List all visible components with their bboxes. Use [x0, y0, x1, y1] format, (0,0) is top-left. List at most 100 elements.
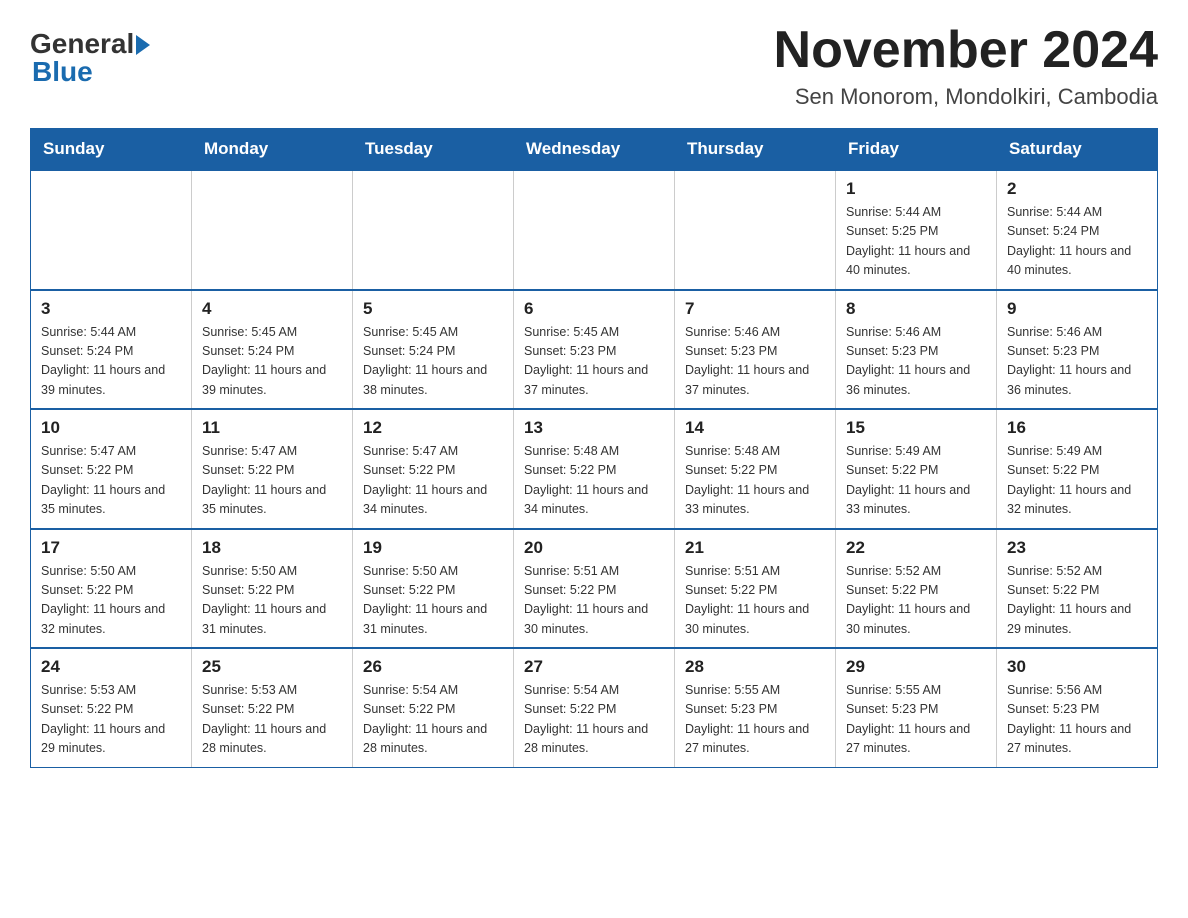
day-info: Sunrise: 5:54 AMSunset: 5:22 PMDaylight:… — [524, 681, 664, 759]
day-info: Sunrise: 5:52 AMSunset: 5:22 PMDaylight:… — [1007, 562, 1147, 640]
column-header-saturday: Saturday — [997, 129, 1158, 171]
day-info: Sunrise: 5:47 AMSunset: 5:22 PMDaylight:… — [41, 442, 181, 520]
calendar-cell: 27 Sunrise: 5:54 AMSunset: 5:22 PMDayligh… — [514, 648, 675, 767]
day-info: Sunrise: 5:49 AMSunset: 5:22 PMDaylight:… — [1007, 442, 1147, 520]
page-header: General Blue November 2024 Sen Monorom, … — [30, 20, 1158, 110]
page-subtitle: Sen Monorom, Mondolkiri, Cambodia — [774, 84, 1158, 110]
day-number: 25 — [202, 657, 342, 677]
calendar-cell: 4 Sunrise: 5:45 AMSunset: 5:24 PMDaylight… — [192, 290, 353, 410]
calendar-cell: 22 Sunrise: 5:52 AMSunset: 5:22 PMDayligh… — [836, 529, 997, 649]
day-number: 24 — [41, 657, 181, 677]
calendar-cell: 10 Sunrise: 5:47 AMSunset: 5:22 PMDayligh… — [31, 409, 192, 529]
column-header-thursday: Thursday — [675, 129, 836, 171]
day-number: 21 — [685, 538, 825, 558]
calendar-cell: 25Sunrise: 5:53 AMSunset: 5:22 PMDayligh… — [192, 648, 353, 767]
day-number: 15 — [846, 418, 986, 438]
day-number: 28 — [685, 657, 825, 677]
calendar-cell: 1 Sunrise: 5:44 AMSunset: 5:25 PMDaylight… — [836, 170, 997, 290]
page-title: November 2024 — [774, 20, 1158, 80]
calendar-cell: 23 Sunrise: 5:52 AMSunset: 5:22 PMDayligh… — [997, 529, 1158, 649]
calendar-cell: 15 Sunrise: 5:49 AMSunset: 5:22 PMDayligh… — [836, 409, 997, 529]
day-info: Sunrise: 5:48 AMSunset: 5:22 PMDaylight:… — [524, 442, 664, 520]
calendar-cell: 3 Sunrise: 5:44 AMSunset: 5:24 PMDaylight… — [31, 290, 192, 410]
calendar-cell — [31, 170, 192, 290]
day-number: 17 — [41, 538, 181, 558]
calendar-cell: 18 Sunrise: 5:50 AMSunset: 5:22 PMDayligh… — [192, 529, 353, 649]
day-info: Sunrise: 5:45 AMSunset: 5:24 PMDaylight:… — [202, 323, 342, 401]
calendar-cell: 29Sunrise: 5:55 AMSunset: 5:23 PMDayligh… — [836, 648, 997, 767]
day-info: Sunrise: 5:46 AMSunset: 5:23 PMDaylight:… — [685, 323, 825, 401]
calendar-cell: 24 Sunrise: 5:53 AMSunset: 5:22 PMDayligh… — [31, 648, 192, 767]
logo-triangle-icon — [136, 35, 150, 55]
logo: General Blue — [30, 28, 150, 88]
day-number: 19 — [363, 538, 503, 558]
day-number: 9 — [1007, 299, 1147, 319]
day-number: 26 — [363, 657, 503, 677]
calendar-cell: 20 Sunrise: 5:51 AMSunset: 5:22 PMDayligh… — [514, 529, 675, 649]
calendar-cell: 6Sunrise: 5:45 AMSunset: 5:23 PMDaylight… — [514, 290, 675, 410]
day-number: 7 — [685, 299, 825, 319]
day-info: Sunrise: 5:45 AMSunset: 5:24 PMDaylight:… — [363, 323, 503, 401]
calendar-cell: 17 Sunrise: 5:50 AMSunset: 5:22 PMDayligh… — [31, 529, 192, 649]
day-number: 8 — [846, 299, 986, 319]
day-info: Sunrise: 5:45 AMSunset: 5:23 PMDaylight:… — [524, 323, 664, 401]
calendar-cell: 28 Sunrise: 5:55 AMSunset: 5:23 PMDayligh… — [675, 648, 836, 767]
day-info: Sunrise: 5:44 AMSunset: 5:24 PMDaylight:… — [41, 323, 181, 401]
week-row-5: 24 Sunrise: 5:53 AMSunset: 5:22 PMDayligh… — [31, 648, 1158, 767]
day-number: 2 — [1007, 179, 1147, 199]
column-header-friday: Friday — [836, 129, 997, 171]
calendar-cell — [192, 170, 353, 290]
day-number: 20 — [524, 538, 664, 558]
calendar-cell: 30Sunrise: 5:56 AMSunset: 5:23 PMDayligh… — [997, 648, 1158, 767]
day-info: Sunrise: 5:44 AMSunset: 5:24 PMDaylight:… — [1007, 203, 1147, 281]
day-info: Sunrise: 5:51 AMSunset: 5:22 PMDaylight:… — [524, 562, 664, 640]
calendar-cell: 5Sunrise: 5:45 AMSunset: 5:24 PMDaylight… — [353, 290, 514, 410]
calendar-cell: 16Sunrise: 5:49 AMSunset: 5:22 PMDayligh… — [997, 409, 1158, 529]
day-number: 13 — [524, 418, 664, 438]
day-info: Sunrise: 5:50 AMSunset: 5:22 PMDaylight:… — [41, 562, 181, 640]
day-number: 18 — [202, 538, 342, 558]
day-info: Sunrise: 5:50 AMSunset: 5:22 PMDaylight:… — [202, 562, 342, 640]
calendar-cell: 12 Sunrise: 5:47 AMSunset: 5:22 PMDayligh… — [353, 409, 514, 529]
day-number: 12 — [363, 418, 503, 438]
calendar-cell — [353, 170, 514, 290]
calendar-header-row: SundayMondayTuesdayWednesdayThursdayFrid… — [31, 129, 1158, 171]
column-header-tuesday: Tuesday — [353, 129, 514, 171]
column-header-monday: Monday — [192, 129, 353, 171]
logo-blue-text: Blue — [32, 56, 93, 88]
day-info: Sunrise: 5:47 AMSunset: 5:22 PMDaylight:… — [363, 442, 503, 520]
day-number: 11 — [202, 418, 342, 438]
day-number: 30 — [1007, 657, 1147, 677]
day-info: Sunrise: 5:53 AMSunset: 5:22 PMDaylight:… — [41, 681, 181, 759]
column-header-sunday: Sunday — [31, 129, 192, 171]
calendar-cell: 19 Sunrise: 5:50 AMSunset: 5:22 PMDayligh… — [353, 529, 514, 649]
day-number: 1 — [846, 179, 986, 199]
day-info: Sunrise: 5:55 AMSunset: 5:23 PMDaylight:… — [846, 681, 986, 759]
week-row-1: 1 Sunrise: 5:44 AMSunset: 5:25 PMDaylight… — [31, 170, 1158, 290]
day-info: Sunrise: 5:52 AMSunset: 5:22 PMDaylight:… — [846, 562, 986, 640]
calendar-cell: 7 Sunrise: 5:46 AMSunset: 5:23 PMDaylight… — [675, 290, 836, 410]
day-number: 3 — [41, 299, 181, 319]
day-info: Sunrise: 5:55 AMSunset: 5:23 PMDaylight:… — [685, 681, 825, 759]
day-number: 14 — [685, 418, 825, 438]
day-number: 23 — [1007, 538, 1147, 558]
day-number: 4 — [202, 299, 342, 319]
day-info: Sunrise: 5:50 AMSunset: 5:22 PMDaylight:… — [363, 562, 503, 640]
calendar-table: SundayMondayTuesdayWednesdayThursdayFrid… — [30, 128, 1158, 768]
calendar-cell — [514, 170, 675, 290]
day-info: Sunrise: 5:47 AMSunset: 5:22 PMDaylight:… — [202, 442, 342, 520]
calendar-cell: 13 Sunrise: 5:48 AMSunset: 5:22 PMDayligh… — [514, 409, 675, 529]
week-row-3: 10 Sunrise: 5:47 AMSunset: 5:22 PMDayligh… — [31, 409, 1158, 529]
day-number: 22 — [846, 538, 986, 558]
calendar-cell: 14Sunrise: 5:48 AMSunset: 5:22 PMDayligh… — [675, 409, 836, 529]
day-info: Sunrise: 5:44 AMSunset: 5:25 PMDaylight:… — [846, 203, 986, 281]
column-header-wednesday: Wednesday — [514, 129, 675, 171]
day-info: Sunrise: 5:46 AMSunset: 5:23 PMDaylight:… — [846, 323, 986, 401]
week-row-4: 17 Sunrise: 5:50 AMSunset: 5:22 PMDayligh… — [31, 529, 1158, 649]
day-number: 10 — [41, 418, 181, 438]
calendar-cell: 11 Sunrise: 5:47 AMSunset: 5:22 PMDayligh… — [192, 409, 353, 529]
day-info: Sunrise: 5:49 AMSunset: 5:22 PMDaylight:… — [846, 442, 986, 520]
calendar-cell: 9Sunrise: 5:46 AMSunset: 5:23 PMDaylight… — [997, 290, 1158, 410]
day-number: 27 — [524, 657, 664, 677]
day-info: Sunrise: 5:51 AMSunset: 5:22 PMDaylight:… — [685, 562, 825, 640]
